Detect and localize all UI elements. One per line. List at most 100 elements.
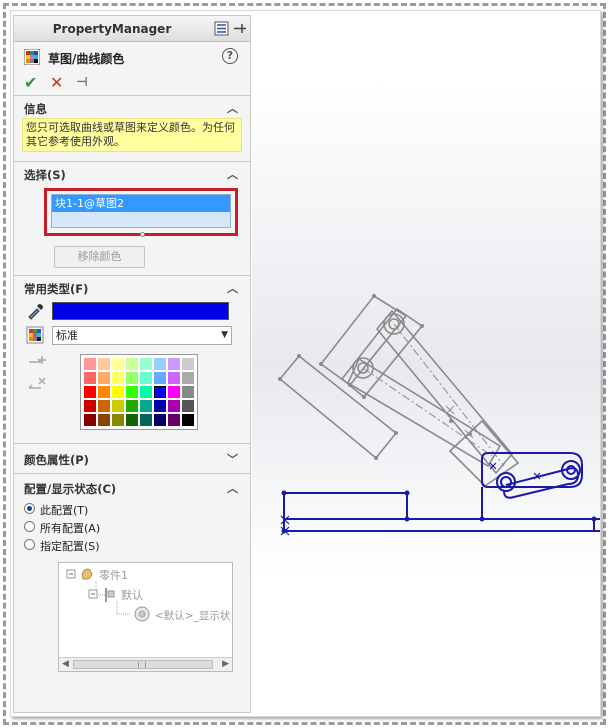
help-icon[interactable]: ? [222,48,238,64]
palette-swatch[interactable] [125,371,139,385]
palette-swatch[interactable] [139,371,153,385]
color-properties-title: 颜色属性(P) [24,453,89,467]
action-row: ✔ ✕ ⊣ [14,70,250,96]
palette-swatch[interactable] [111,399,125,413]
sketch-drawing[interactable] [252,11,601,717]
selection-section-title: 选择(S) [24,168,66,182]
ok-button[interactable]: ✔ [24,73,37,92]
palette-swatch[interactable] [125,385,139,399]
chevron-up-icon[interactable]: ︿ [227,166,238,182]
palette-swatch[interactable] [97,371,111,385]
selection-list-item[interactable]: 块1-1@草图2 [52,195,230,212]
palette-swatch[interactable] [97,399,111,413]
eyedropper-icon[interactable] [26,302,44,320]
palette-swatch[interactable] [125,399,139,413]
palette-swatch[interactable] [125,413,139,427]
palette-swatch[interactable] [83,399,97,413]
radio-button[interactable] [24,539,35,550]
config-section-title: 配置/显示状态(C) [24,482,117,496]
scroll-right-icon[interactable]: ▶ [222,659,229,669]
part-icon [81,568,93,580]
palette-swatch[interactable] [97,357,111,371]
resize-handle-icon[interactable] [140,232,145,237]
palette-swatch[interactable] [83,413,97,427]
add-remove-swatch-icons[interactable] [26,352,48,402]
palette-swatch[interactable] [167,385,181,399]
color-properties-section: 颜色属性(P) ﹀ [14,444,250,474]
palette-swatch[interactable] [181,357,195,371]
palette-swatch[interactable] [181,385,195,399]
chevron-up-icon[interactable]: ︿ [227,280,238,296]
pin-icon[interactable] [232,21,247,36]
info-section-title: 信息 [24,102,47,116]
keep-visible-button[interactable]: ⊣ [76,75,88,90]
palette-swatch[interactable] [139,399,153,413]
info-message: 您只可选取曲线或草图来定义颜色。为任何其它参考使用外观。 [22,118,242,152]
cancel-button[interactable]: ✕ [50,73,63,92]
palette-swatch[interactable] [111,357,125,371]
palette-swatch[interactable] [125,357,139,371]
palette-swatch[interactable] [167,357,181,371]
radio-specified-configs[interactable]: 指定配置(S) [14,536,250,554]
palette-swatch[interactable] [167,371,181,385]
sketch-points [278,294,472,460]
color-table-icon [26,326,44,344]
palette-swatch[interactable] [153,413,167,427]
tree-leaf-label: <默认>_显示状 [155,610,231,622]
chevron-down-icon[interactable]: ﹀ [227,451,238,467]
feature-title-row: 草图/曲线颜色 ? [14,42,250,70]
palette-swatch[interactable] [111,385,125,399]
config-tree[interactable]: 零件1 默认 <默认>_显示状 ◀ ▶ [58,562,233,672]
configuration-icon [105,588,115,602]
config-section-header[interactable]: 配置/显示状态(C) ︿ [14,474,250,500]
palette-swatch[interactable] [139,357,153,371]
selected-block-sketch[interactable] [283,452,601,532]
selection-section-header[interactable]: 选择(S) ︿ [14,162,250,184]
color-palette[interactable] [80,354,198,430]
palette-swatch[interactable] [111,371,125,385]
palette-swatch[interactable] [83,385,97,399]
palette-swatch[interactable] [153,399,167,413]
radio-button[interactable] [24,503,35,514]
palette-swatch[interactable] [111,413,125,427]
palette-swatch[interactable] [181,413,195,427]
color-properties-header[interactable]: 颜色属性(P) ﹀ [14,444,250,474]
palette-area [14,350,250,436]
palette-swatch[interactable] [167,399,181,413]
info-section-header[interactable]: 信息 ︿ [14,96,250,118]
standard-dropdown[interactable]: 标准 ▼ [52,326,232,345]
palette-swatch[interactable] [83,357,97,371]
scroll-left-icon[interactable]: ◀ [62,659,69,669]
palette-swatch[interactable] [181,399,195,413]
chevron-up-icon[interactable]: ︿ [227,480,238,496]
palette-swatch[interactable] [153,357,167,371]
tree-horizontal-scrollbar[interactable]: ◀ ▶ [59,657,232,671]
graphics-area[interactable] [252,11,601,717]
chevron-up-icon[interactable]: ︿ [227,100,238,116]
tree-root-label: 零件1 [99,569,128,582]
radio-button[interactable] [24,521,35,532]
remove-color-button[interactable]: 移除颜色 [54,246,145,268]
palette-swatch[interactable] [153,385,167,399]
palette-swatch[interactable] [139,413,153,427]
palette-swatch[interactable] [167,413,181,427]
palette-swatch[interactable] [181,371,195,385]
dropdown-arrow-icon[interactable]: ▼ [221,327,228,344]
tree-child-label: 默认 [121,589,143,602]
palette-swatch[interactable] [139,385,153,399]
palette-swatch[interactable] [83,371,97,385]
palette-swatch[interactable] [97,385,111,399]
radio-this-config[interactable]: 此配置(T) [14,500,250,518]
selection-list[interactable]: 块1-1@草图2 [51,194,231,228]
panel-list-icon[interactable] [214,21,229,36]
palette-swatch[interactable] [153,371,167,385]
common-types-header[interactable]: 常用类型(F) ︿ [14,276,250,298]
selection-list-empty-row[interactable] [52,212,230,227]
screenshot-frame: PropertyManager 草图/曲线颜色 ? ✔ ✕ ⊣ 信息 ︿ 您只可… [0,0,609,728]
radio-all-configs[interactable]: 所有配置(A) [14,518,250,536]
current-color-swatch[interactable] [52,302,229,320]
palette-swatch[interactable] [97,413,111,427]
standard-row: 标准 ▼ [14,324,250,350]
scrollbar-thumb[interactable] [73,660,213,669]
pm-title: PropertyManager [52,22,172,36]
